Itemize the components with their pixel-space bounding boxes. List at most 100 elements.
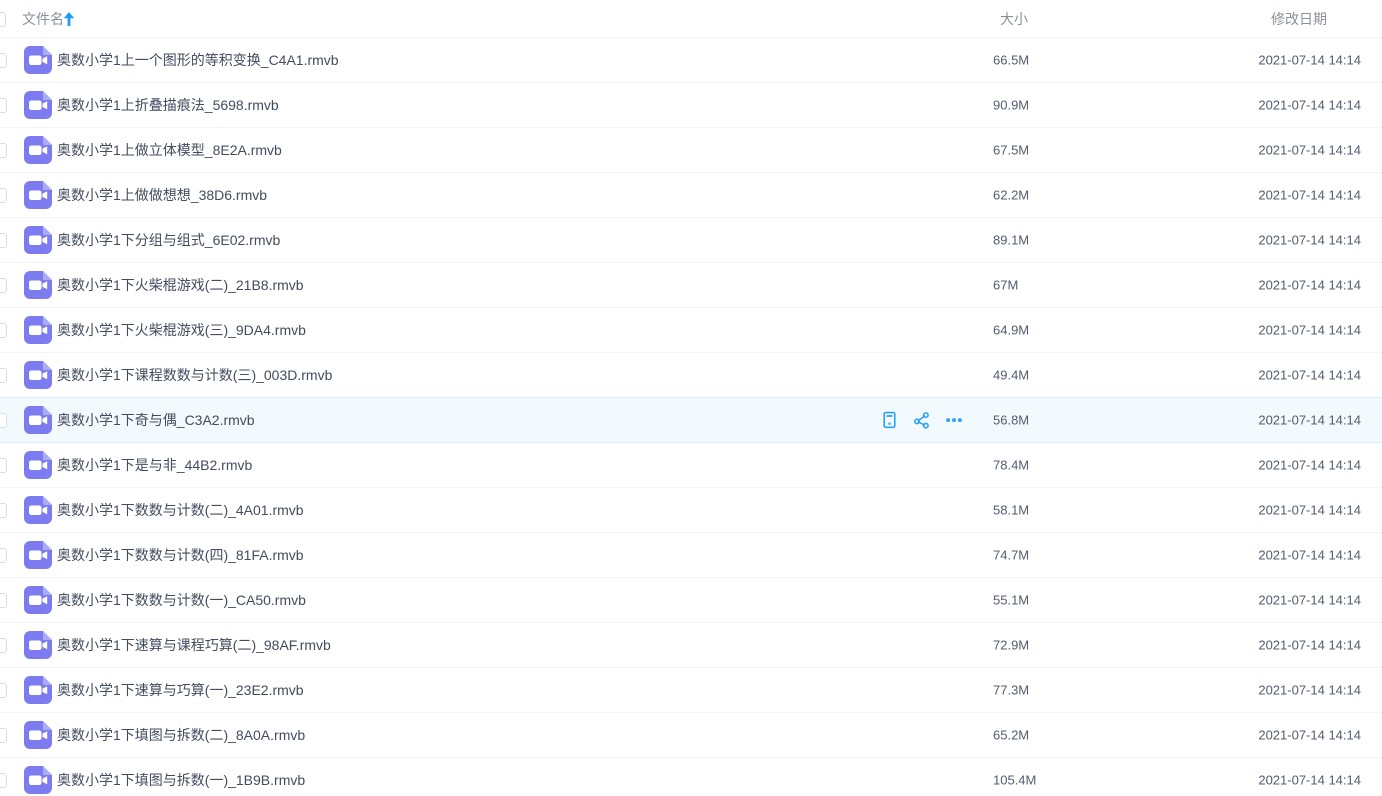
video-file-icon xyxy=(24,226,52,254)
row-checkbox[interactable] xyxy=(0,323,7,338)
file-size: 62.2M xyxy=(993,188,1029,203)
file-size: 67M xyxy=(993,278,1018,293)
column-header-filename[interactable]: 文件名 xyxy=(22,9,64,29)
file-row[interactable]: 奥数小学1下数数与计数(一)_CA50.rmvb 55.1M 2021-07-1… xyxy=(0,578,1382,623)
video-file-icon xyxy=(24,676,52,704)
file-modified-date: 2021-07-14 14:14 xyxy=(1258,728,1361,743)
file-name[interactable]: 奥数小学1下课程数数与计数(三)_003D.rmvb xyxy=(57,365,332,385)
file-name[interactable]: 奥数小学1上一个图形的等积变换_C4A1.rmvb xyxy=(57,50,339,70)
file-name[interactable]: 奥数小学1下数数与计数(四)_81FA.rmvb xyxy=(57,545,304,565)
file-size: 49.4M xyxy=(993,368,1029,383)
file-name[interactable]: 奥数小学1下填图与拆数(一)_1B9B.rmvb xyxy=(57,770,305,790)
file-size: 55.1M xyxy=(993,593,1029,608)
column-header-date[interactable]: 修改日期 xyxy=(1271,9,1327,29)
video-file-icon xyxy=(24,586,52,614)
more-icon[interactable] xyxy=(945,411,963,429)
file-name[interactable]: 奥数小学1下火柴棍游戏(三)_9DA4.rmvb xyxy=(57,320,306,340)
file-row[interactable]: 奥数小学1下速算与课程巧算(二)_98AF.rmvb 72.9M 2021-07… xyxy=(0,623,1382,668)
file-size: 64.9M xyxy=(993,323,1029,338)
sort-ascending-icon[interactable] xyxy=(63,12,75,26)
file-row[interactable]: 奥数小学1下数数与计数(四)_81FA.rmvb 74.7M 2021-07-1… xyxy=(0,533,1382,578)
file-size: 74.7M xyxy=(993,548,1029,563)
column-header-size[interactable]: 大小 xyxy=(1000,9,1028,29)
file-size: 77.3M xyxy=(993,683,1029,698)
file-row[interactable]: 奥数小学1下课程数数与计数(三)_003D.rmvb 49.4M 2021-07… xyxy=(0,353,1382,398)
file-size: 56.8M xyxy=(993,413,1029,428)
file-name[interactable]: 奥数小学1下分组与组式_6E02.rmvb xyxy=(57,230,280,250)
row-checkbox[interactable] xyxy=(0,368,7,383)
file-name[interactable]: 奥数小学1下是与非_44B2.rmvb xyxy=(57,455,252,475)
row-checkbox[interactable] xyxy=(0,143,7,158)
file-row[interactable]: 奥数小学1下火柴棍游戏(二)_21B8.rmvb 67M 2021-07-14 … xyxy=(0,263,1382,308)
row-checkbox[interactable] xyxy=(0,683,7,698)
file-row[interactable]: 奥数小学1下填图与拆数(二)_8A0A.rmvb 65.2M 2021-07-1… xyxy=(0,713,1382,758)
file-row[interactable]: 奥数小学1下火柴棍游戏(三)_9DA4.rmvb 64.9M 2021-07-1… xyxy=(0,308,1382,353)
file-name[interactable]: 奥数小学1下奇与偶_C3A2.rmvb xyxy=(57,410,255,430)
video-file-icon xyxy=(24,451,52,479)
file-modified-date: 2021-07-14 14:14 xyxy=(1258,503,1361,518)
share-icon[interactable] xyxy=(913,411,930,429)
file-name[interactable]: 奥数小学1下数数与计数(一)_CA50.rmvb xyxy=(57,590,306,610)
select-all-checkbox[interactable] xyxy=(0,12,6,27)
file-manager: 文件名 大小 修改日期 奥数小学1上一个图形的等积变换_C4A1.rmvb xyxy=(0,0,1382,796)
file-modified-date: 2021-07-14 14:14 xyxy=(1258,98,1361,113)
video-file-icon xyxy=(24,541,52,569)
row-checkbox[interactable] xyxy=(0,458,7,473)
row-checkbox[interactable] xyxy=(0,773,7,788)
file-size: 90.9M xyxy=(993,98,1029,113)
file-modified-date: 2021-07-14 14:14 xyxy=(1258,413,1361,428)
file-row[interactable]: 奥数小学1下是与非_44B2.rmvb 78.4M 2021-07-14 14:… xyxy=(0,443,1382,488)
file-modified-date: 2021-07-14 14:14 xyxy=(1258,548,1361,563)
file-name[interactable]: 奥数小学1上做做想想_38D6.rmvb xyxy=(57,185,267,205)
file-modified-date: 2021-07-14 14:14 xyxy=(1258,368,1361,383)
file-size: 66.5M xyxy=(993,53,1029,68)
video-file-icon xyxy=(24,91,52,119)
device-icon[interactable] xyxy=(881,411,898,429)
video-file-icon xyxy=(24,496,52,524)
file-row[interactable]: 奥数小学1下奇与偶_C3A2.rmvb 56.8M 2021-07-14 14:… xyxy=(0,398,1382,443)
row-checkbox[interactable] xyxy=(0,278,7,293)
file-name[interactable]: 奥数小学1下速算与课程巧算(二)_98AF.rmvb xyxy=(57,635,331,655)
file-list-header: 文件名 大小 修改日期 xyxy=(0,0,1382,38)
file-modified-date: 2021-07-14 14:14 xyxy=(1258,593,1361,608)
file-size: 89.1M xyxy=(993,233,1029,248)
row-checkbox[interactable] xyxy=(0,728,7,743)
file-row[interactable]: 奥数小学1下分组与组式_6E02.rmvb 89.1M 2021-07-14 1… xyxy=(0,218,1382,263)
file-name[interactable]: 奥数小学1上折叠描痕法_5698.rmvb xyxy=(57,95,279,115)
file-list: 奥数小学1上一个图形的等积变换_C4A1.rmvb 66.5M 2021-07-… xyxy=(0,38,1382,796)
file-name[interactable]: 奥数小学1下填图与拆数(二)_8A0A.rmvb xyxy=(57,725,305,745)
file-row[interactable]: 奥数小学1下数数与计数(二)_4A01.rmvb 58.1M 2021-07-1… xyxy=(0,488,1382,533)
row-checkbox[interactable] xyxy=(0,593,7,608)
file-modified-date: 2021-07-14 14:14 xyxy=(1258,638,1361,653)
row-checkbox[interactable] xyxy=(0,53,7,68)
video-file-icon xyxy=(24,271,52,299)
row-checkbox[interactable] xyxy=(0,188,7,203)
row-checkbox[interactable] xyxy=(0,638,7,653)
file-size: 105.4M xyxy=(993,773,1036,788)
file-row[interactable]: 奥数小学1上折叠描痕法_5698.rmvb 90.9M 2021-07-14 1… xyxy=(0,83,1382,128)
row-checkbox[interactable] xyxy=(0,548,7,563)
row-checkbox[interactable] xyxy=(0,503,7,518)
file-modified-date: 2021-07-14 14:14 xyxy=(1258,458,1361,473)
file-row[interactable]: 奥数小学1下填图与拆数(一)_1B9B.rmvb 105.4M 2021-07-… xyxy=(0,758,1382,796)
file-modified-date: 2021-07-14 14:14 xyxy=(1258,278,1361,293)
row-checkbox[interactable] xyxy=(0,98,7,113)
video-file-icon xyxy=(24,406,52,434)
file-size: 65.2M xyxy=(993,728,1029,743)
file-row[interactable]: 奥数小学1下速算与巧算(一)_23E2.rmvb 77.3M 2021-07-1… xyxy=(0,668,1382,713)
file-name[interactable]: 奥数小学1上做立体模型_8E2A.rmvb xyxy=(57,140,282,160)
video-file-icon xyxy=(24,46,52,74)
file-row[interactable]: 奥数小学1上做做想想_38D6.rmvb 62.2M 2021-07-14 14… xyxy=(0,173,1382,218)
video-file-icon xyxy=(24,631,52,659)
file-name[interactable]: 奥数小学1下数数与计数(二)_4A01.rmvb xyxy=(57,500,304,520)
file-modified-date: 2021-07-14 14:14 xyxy=(1258,683,1361,698)
file-size: 78.4M xyxy=(993,458,1029,473)
file-row[interactable]: 奥数小学1上做立体模型_8E2A.rmvb 67.5M 2021-07-14 1… xyxy=(0,128,1382,173)
file-name[interactable]: 奥数小学1下火柴棍游戏(二)_21B8.rmvb xyxy=(57,275,304,295)
row-checkbox[interactable] xyxy=(0,413,7,428)
file-size: 67.5M xyxy=(993,143,1029,158)
file-name[interactable]: 奥数小学1下速算与巧算(一)_23E2.rmvb xyxy=(57,680,304,700)
file-row[interactable]: 奥数小学1上一个图形的等积变换_C4A1.rmvb 66.5M 2021-07-… xyxy=(0,38,1382,83)
row-checkbox[interactable] xyxy=(0,233,7,248)
file-modified-date: 2021-07-14 14:14 xyxy=(1258,53,1361,68)
